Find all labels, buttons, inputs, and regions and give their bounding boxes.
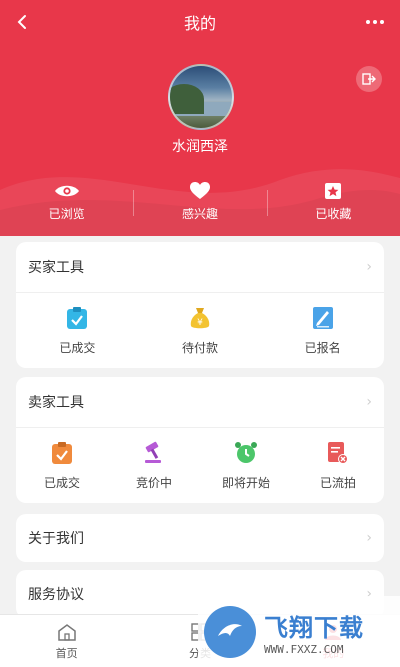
- watermark-text: 飞翔下载 WWW.FXXZ.COM: [264, 608, 364, 656]
- home-icon: [57, 624, 76, 641]
- seller-tool-upcoming[interactable]: 即将开始: [200, 440, 292, 491]
- buyer-tool-pending-payment[interactable]: ¥ 待付款: [139, 305, 262, 356]
- chevron-right-icon: ›: [366, 530, 372, 546]
- watermark-sub: WWW.FXXZ.COM: [264, 642, 344, 656]
- star-bookmark-icon: [325, 183, 342, 199]
- avatar[interactable]: [168, 64, 234, 130]
- top-navigation-bar: 我的: [0, 0, 400, 44]
- seller-tool-bidding[interactable]: 竞价中: [108, 440, 200, 491]
- logout-button[interactable]: [356, 66, 382, 92]
- heart-icon: [189, 182, 210, 199]
- username: 水润西泽: [172, 139, 228, 155]
- page-title: 我的: [183, 14, 216, 33]
- buyer-tool-registered[interactable]: 已报名: [261, 305, 384, 356]
- buyer-tools-card: 买家工具 › 已成交 ¥ 待付款 已报名: [16, 242, 384, 368]
- more-dots-icon: [366, 20, 384, 24]
- avatar-hill: [170, 84, 204, 114]
- buyer-tools-header[interactable]: 买家工具 ›: [16, 242, 384, 292]
- tool-label: 已成交: [43, 476, 80, 490]
- profile-header: 我的 水润西泽 已浏览 感兴趣 已收藏: [0, 0, 400, 236]
- money-bag-icon: ¥: [190, 308, 210, 329]
- alarm-clock-icon: [235, 442, 257, 463]
- section-title: 买家工具: [28, 260, 84, 276]
- form-pen-icon: [312, 307, 333, 329]
- back-button[interactable]: [10, 10, 34, 34]
- buyer-tools-grid: 已成交 ¥ 待付款 已报名: [16, 293, 384, 356]
- buyer-tool-completed[interactable]: 已成交: [16, 305, 139, 356]
- chevron-left-icon: [17, 15, 26, 29]
- seller-tool-unsold[interactable]: 已流拍: [292, 440, 384, 491]
- document-cancel-icon: [328, 442, 348, 464]
- stat-label: 已浏览: [48, 207, 85, 221]
- exit-icon: [362, 73, 376, 85]
- tool-label: 即将开始: [221, 476, 270, 490]
- stat-label: 感兴趣: [181, 207, 218, 221]
- seller-tools-header[interactable]: 卖家工具 ›: [16, 377, 384, 427]
- chevron-right-icon: ›: [366, 259, 372, 275]
- watermark-main: 飞翔下载: [264, 613, 364, 642]
- about-us-row[interactable]: 关于我们 ›: [16, 514, 384, 562]
- tool-label: 已成交: [59, 341, 96, 355]
- tool-label: 待付款: [182, 341, 219, 355]
- about-us-label: 关于我们: [28, 531, 84, 547]
- tab-home[interactable]: 首页: [0, 615, 133, 667]
- stat-label: 已收藏: [315, 207, 352, 221]
- watermark-logo: [204, 605, 256, 658]
- tool-label: 竞价中: [135, 476, 172, 490]
- bird-icon: [218, 623, 242, 636]
- seller-tools-grid: 已成交 竞价中 即将开始 已流拍: [16, 428, 384, 491]
- tool-label: 已报名: [304, 341, 341, 355]
- gavel-icon: [145, 441, 161, 463]
- watermark: 飞翔下载 WWW.FXXZ.COM: [198, 596, 400, 667]
- stat-interested[interactable]: 感兴趣: [133, 180, 266, 226]
- section-title: 卖家工具: [28, 395, 84, 411]
- eye-icon: [54, 185, 79, 197]
- tool-label: 已流拍: [319, 476, 356, 490]
- clipboard-check-icon: [52, 442, 72, 464]
- more-options-button[interactable]: [364, 12, 386, 32]
- chevron-right-icon: ›: [366, 394, 372, 410]
- tab-label: 首页: [55, 647, 78, 660]
- svg-text:¥: ¥: [197, 318, 203, 328]
- seller-tool-completed[interactable]: 已成交: [16, 440, 108, 491]
- stat-viewed[interactable]: 已浏览: [0, 180, 133, 226]
- stats-bar: 已浏览 感兴趣 已收藏: [0, 180, 400, 226]
- clipboard-check-icon: [67, 307, 88, 329]
- stat-favorited[interactable]: 已收藏: [266, 180, 400, 226]
- service-agreement-label: 服务协议: [28, 587, 84, 603]
- seller-tools-card: 卖家工具 › 已成交 竞价中 即将开始 已流拍: [16, 377, 384, 503]
